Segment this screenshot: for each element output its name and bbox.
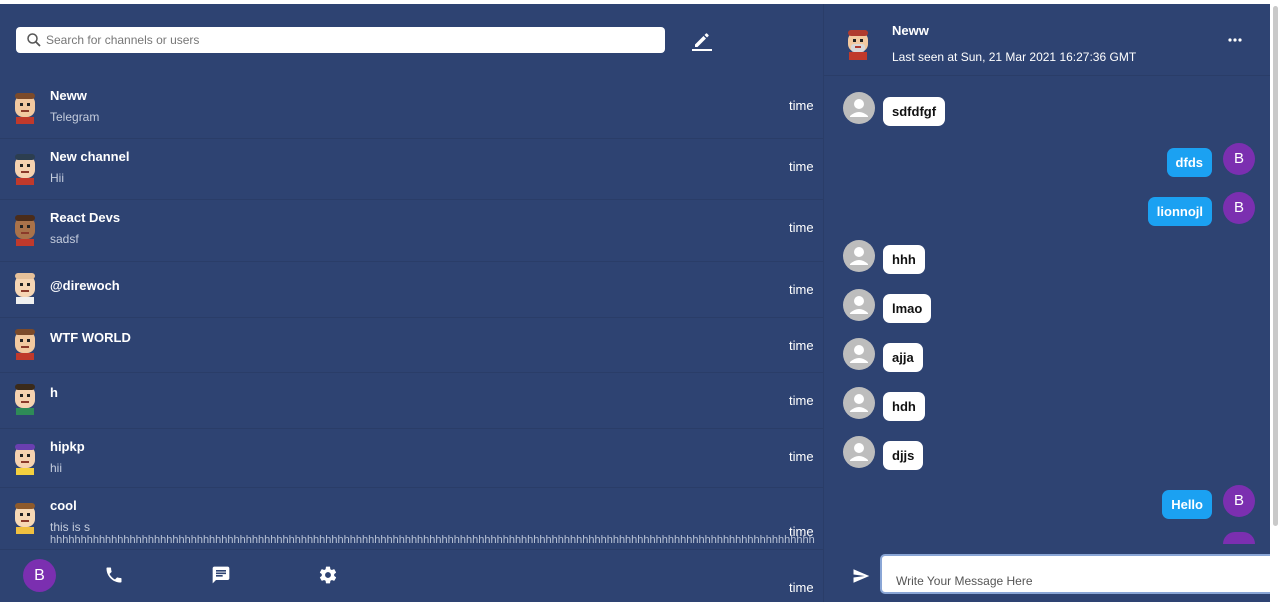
sender-avatar: B <box>1223 143 1255 175</box>
compose-pencil-icon[interactable] <box>690 28 714 52</box>
chat-name: WTF WORLD <box>50 330 131 345</box>
settings-gear-icon[interactable] <box>318 565 338 585</box>
sender-avatar: B <box>1223 485 1255 517</box>
search-input[interactable] <box>46 33 646 47</box>
composer <box>824 550 1270 602</box>
chat-avatar <box>10 151 40 185</box>
search-bar[interactable] <box>16 27 665 53</box>
last-seen-status: Last seen at Sun, 21 Mar 2021 16:27:36 G… <box>892 50 1137 64</box>
chat-avatar <box>10 212 40 246</box>
outgoing-message-bubble[interactable]: dfds <box>1166 148 1212 177</box>
chat-avatar <box>10 381 40 415</box>
chat-name: h <box>50 385 58 400</box>
sender-avatar-icon <box>843 387 875 419</box>
chat-list-item[interactable]: React Devs sadsf time <box>0 200 823 262</box>
chat-time: time <box>789 449 814 464</box>
more-options-icon[interactable] <box>1227 32 1243 48</box>
chat-list-item[interactable]: WTF WORLD time <box>0 318 823 373</box>
incoming-message-bubble[interactable]: ajja <box>883 343 923 372</box>
sender-avatar-icon <box>843 289 875 321</box>
chat-list-item[interactable]: @direwoch time <box>0 262 823 318</box>
message-icon[interactable] <box>211 565 231 585</box>
chat-list-panel: NewwTelegramtimeNew channelHiitimeReact … <box>0 4 823 602</box>
outgoing-message-bubble[interactable]: Hello <box>1162 490 1212 519</box>
incoming-message-bubble[interactable]: hdh <box>883 392 925 421</box>
chat-time: time <box>789 159 814 174</box>
chat-time: time <box>789 282 814 297</box>
send-icon[interactable] <box>852 567 870 585</box>
outgoing-message-bubble[interactable]: lionnojl <box>1147 197 1212 226</box>
chat-preview: hii <box>50 461 63 475</box>
chat-name: React Devs <box>50 210 121 225</box>
chat-avatar <box>10 270 40 304</box>
conversation-panel: Neww Last seen at Sun, 21 Mar 2021 16:27… <box>823 4 1270 602</box>
chat-name: Neww <box>50 88 87 103</box>
conversation-header: Neww Last seen at Sun, 21 Mar 2021 16:27… <box>824 4 1270 76</box>
chat-preview: this is s <box>50 520 91 534</box>
user-avatar[interactable]: B <box>23 559 56 592</box>
sender-avatar-icon <box>843 338 875 370</box>
chat-name: New channel <box>50 149 130 164</box>
search-icon <box>27 33 41 47</box>
bottom-nav: B <box>0 552 823 602</box>
chat-list-item[interactable]: New channel Hii time <box>0 139 823 200</box>
chat-avatar <box>10 500 40 534</box>
sender-avatar-icon <box>843 92 875 124</box>
chat-time: time <box>789 338 814 353</box>
sender-avatar-icon <box>843 240 875 272</box>
incoming-message-bubble[interactable]: djjs <box>883 441 924 470</box>
contact-name: Neww <box>892 23 929 38</box>
chat-preview: Hii <box>50 171 64 185</box>
chat-name: cool <box>50 498 77 513</box>
scrollbar-thumb[interactable] <box>1273 6 1278 526</box>
chat-preview: sadsf <box>50 232 79 246</box>
chat-time: time <box>789 98 814 113</box>
chat-time: time <box>789 393 814 408</box>
message-input[interactable] <box>880 554 1270 594</box>
incoming-message-bubble[interactable]: hhh <box>883 245 925 274</box>
chat-avatar <box>10 326 40 360</box>
chat-name: hipkp <box>50 439 85 454</box>
phone-icon[interactable] <box>104 565 124 585</box>
sender-avatar-icon <box>843 436 875 468</box>
chat-avatar <box>10 441 40 475</box>
chat-time: time <box>789 580 814 595</box>
contact-avatar[interactable] <box>844 26 872 60</box>
sender-avatar: B <box>1223 192 1255 224</box>
chat-time: time <box>789 220 814 235</box>
overflow-preview-text: hhhhhhhhhhhhhhhhhhhhhhhhhhhhhhhhhhhhhhhh… <box>50 534 815 546</box>
incoming-message-bubble[interactable]: lmao <box>883 294 932 323</box>
chat-list-item[interactable]: h time <box>0 373 823 429</box>
chat-list-item[interactable]: hipkp hii time <box>0 429 823 488</box>
incoming-message-bubble[interactable]: sdfdfgf <box>883 97 946 126</box>
sender-avatar-partial <box>1223 532 1255 544</box>
chat-name: @direwoch <box>50 278 120 293</box>
chat-list-item[interactable]: Neww Telegram time <box>0 78 823 139</box>
chat-avatar <box>10 90 40 124</box>
chat-preview: Telegram <box>50 110 100 124</box>
app: NewwTelegramtimeNew channelHiitimeReact … <box>0 0 1280 602</box>
